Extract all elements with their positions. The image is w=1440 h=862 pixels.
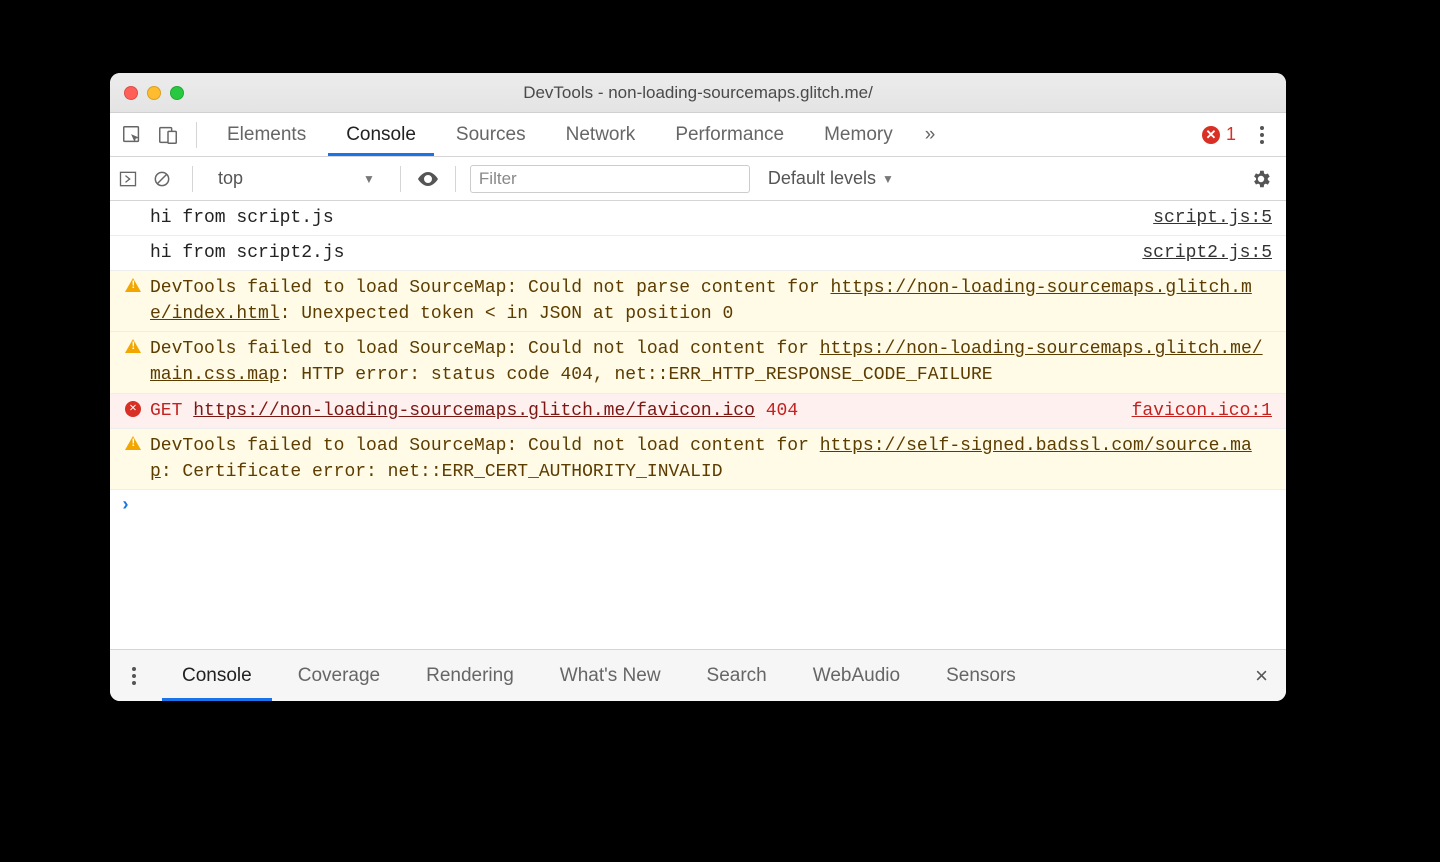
tab-memory[interactable]: Memory [806, 113, 911, 156]
drawer-tab-console[interactable]: Console [162, 650, 272, 701]
console-settings-icon[interactable] [1250, 168, 1272, 190]
zoom-window-button[interactable] [170, 86, 184, 100]
drawer-tab-coverage[interactable]: Coverage [278, 650, 400, 701]
filter-input[interactable] [470, 165, 750, 193]
row-icon-empty [120, 205, 146, 208]
warning-icon [120, 433, 146, 450]
error-icon: ✕ [1202, 126, 1220, 144]
source-link[interactable]: script2.js:5 [1142, 240, 1272, 266]
chevron-down-icon: ▼ [882, 172, 894, 186]
warning-icon [120, 275, 146, 292]
drawer-tab-whatsnew[interactable]: What's New [540, 650, 681, 701]
main-tabstrip: Elements Console Sources Network Perform… [110, 113, 1286, 157]
divider [455, 166, 456, 192]
tab-console[interactable]: Console [328, 113, 434, 156]
warning-message: DevTools failed to load SourceMap: Could… [146, 275, 1272, 327]
error-count-badge[interactable]: ✕ 1 [1202, 124, 1236, 145]
window-title: DevTools - non-loading-sourcemaps.glitch… [110, 83, 1286, 103]
drawer-tabstrip: Console Coverage Rendering What's New Se… [110, 649, 1286, 701]
clear-console-icon[interactable] [152, 169, 178, 189]
chevron-down-icon: ▼ [363, 172, 375, 186]
divider [196, 122, 197, 148]
drawer-tab-rendering[interactable]: Rendering [406, 650, 534, 701]
close-window-button[interactable] [124, 86, 138, 100]
title-bar: DevTools - non-loading-sourcemaps.glitch… [110, 73, 1286, 113]
error-message: GET https://non-loading-sourcemaps.glitc… [146, 398, 1120, 424]
console-prompt[interactable]: › [110, 490, 1286, 522]
divider [192, 166, 193, 192]
drawer-tab-webaudio[interactable]: WebAudio [793, 650, 920, 701]
execution-context-selector[interactable]: top ▼ [207, 164, 386, 194]
source-link[interactable]: script.js:5 [1153, 205, 1272, 231]
log-message: hi from script2.js [146, 240, 1130, 266]
console-row: DevTools failed to load SourceMap: Could… [110, 429, 1286, 490]
more-options-button[interactable] [1250, 126, 1274, 144]
row-icon-empty [120, 240, 146, 243]
warning-message: DevTools failed to load SourceMap: Could… [146, 336, 1272, 388]
tab-elements[interactable]: Elements [209, 113, 324, 156]
console-row: hi from script.js script.js:5 [110, 201, 1286, 236]
warning-icon [120, 336, 146, 353]
tabs-overflow-button[interactable]: » [915, 113, 946, 156]
inspect-element-icon[interactable] [116, 119, 148, 151]
context-label: top [218, 168, 243, 189]
traffic-lights [124, 86, 184, 100]
warning-message: DevTools failed to load SourceMap: Could… [146, 433, 1272, 485]
console-toolbar: top ▼ Default levels ▼ [110, 157, 1286, 201]
log-message: hi from script.js [146, 205, 1141, 231]
toggle-sidebar-icon[interactable] [118, 169, 144, 189]
source-link[interactable]: favicon.ico:1 [1132, 398, 1272, 424]
drawer-tab-sensors[interactable]: Sensors [926, 650, 1036, 701]
tab-performance[interactable]: Performance [657, 113, 802, 156]
error-icon: ✕ [120, 398, 146, 417]
console-row: hi from script2.js script2.js:5 [110, 236, 1286, 271]
drawer-tab-search[interactable]: Search [687, 650, 787, 701]
minimize-window-button[interactable] [147, 86, 161, 100]
tab-sources[interactable]: Sources [438, 113, 544, 156]
drawer-more-button[interactable] [122, 667, 146, 685]
live-expression-icon[interactable] [415, 166, 441, 192]
divider [400, 166, 401, 192]
log-levels-selector[interactable]: Default levels ▼ [768, 168, 894, 189]
tab-network[interactable]: Network [548, 113, 654, 156]
devtools-window: DevTools - non-loading-sourcemaps.glitch… [110, 73, 1286, 701]
console-row: DevTools failed to load SourceMap: Could… [110, 332, 1286, 393]
device-toolbar-icon[interactable] [152, 119, 184, 151]
url-link[interactable]: https://non-loading-sourcemaps.glitch.me… [193, 401, 755, 421]
console-row: ✕ GET https://non-loading-sourcemaps.gli… [110, 394, 1286, 429]
console-output: hi from script.js script.js:5 hi from sc… [110, 201, 1286, 649]
levels-label: Default levels [768, 168, 876, 189]
error-count: 1 [1226, 124, 1236, 145]
drawer-close-button[interactable]: × [1245, 663, 1278, 689]
console-row: DevTools failed to load SourceMap: Could… [110, 271, 1286, 332]
